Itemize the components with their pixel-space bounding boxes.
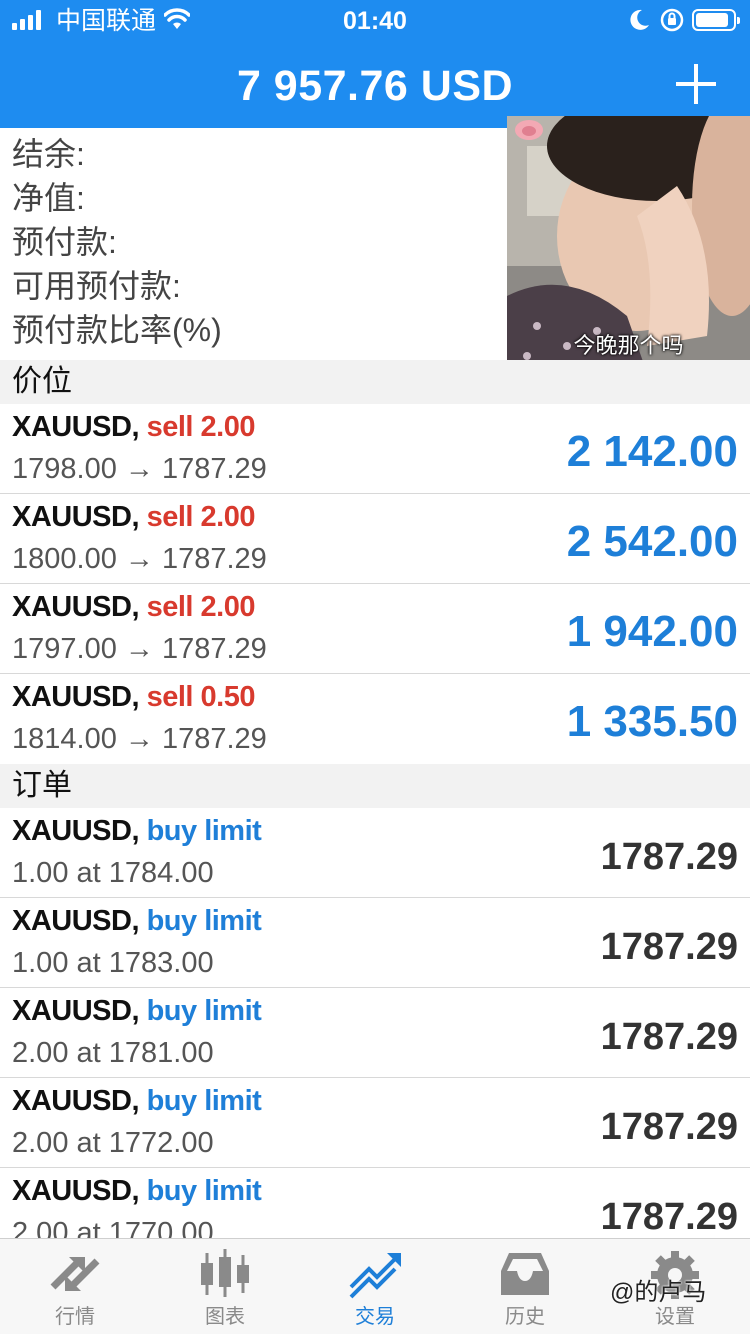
position-symbol: XAUUSD, [12, 591, 140, 623]
order-symbol: XAUUSD, [12, 995, 140, 1027]
rotation-lock-icon [660, 8, 684, 32]
order-type: buy limit [146, 1085, 262, 1117]
order-row[interactable]: XAUUSD, buy limit 1.00 at 1783.00 1787.2… [0, 898, 750, 988]
position-profit: 1 942.00 [566, 607, 738, 656]
order-current-price: 1787.29 [600, 1196, 738, 1238]
tab-trade[interactable]: 交易 [300, 1239, 450, 1334]
position-symbol-line: XAUUSD, sell 2.00 [12, 589, 255, 625]
order-type: buy limit [146, 815, 262, 847]
tab-quotes-label: 行情 [55, 1306, 95, 1328]
equity-label: 净值: [12, 180, 85, 216]
order-type: buy limit [146, 905, 262, 937]
position-row[interactable]: XAUUSD, sell 2.00 1800.00 → 1787.29 2 54… [0, 494, 750, 584]
position-side: sell 2.00 [146, 591, 256, 623]
order-current-price: 1787.29 [600, 1106, 738, 1148]
position-symbol: XAUUSD, [12, 681, 140, 713]
order-symbol: XAUUSD, [12, 1085, 140, 1117]
position-route: 1814.00 → 1787.29 [12, 723, 267, 755]
order-symbol: XAUUSD, [12, 905, 140, 937]
moon-icon [630, 9, 649, 30]
order-row[interactable]: XAUUSD, buy limit 1.00 at 1784.00 1787.2… [0, 808, 750, 898]
order-symbol: XAUUSD, [12, 815, 140, 847]
position-symbol: XAUUSD, [12, 501, 140, 533]
order-symbol: XAUUSD, [12, 1175, 140, 1207]
margin-level-label: 预付款比率(%) [12, 312, 222, 348]
order-symbol-line: XAUUSD, buy limit [12, 993, 262, 1029]
order-symbol-line: XAUUSD, buy limit [12, 1083, 262, 1119]
balance-title: 7 957.76 USD [236, 62, 514, 110]
order-detail: 1.00 at 1783.00 [12, 947, 214, 979]
positions-header: 价位 [0, 360, 750, 404]
history-icon [501, 1253, 549, 1295]
order-type: buy limit [146, 1175, 262, 1207]
tab-history[interactable]: 历史 [450, 1239, 600, 1334]
position-profit: 1 335.50 [566, 697, 738, 746]
position-symbol-line: XAUUSD, sell 2.00 [12, 409, 255, 445]
orders-header: 订单 [0, 764, 750, 808]
tab-trade-label: 交易 [355, 1306, 395, 1328]
position-row[interactable]: XAUUSD, sell 0.50 1814.00 → 1787.29 1 33… [0, 674, 750, 764]
free-margin-label: 可用预付款: [12, 268, 181, 304]
position-row[interactable]: XAUUSD, sell 2.00 1798.00 → 1787.29 2 14… [0, 404, 750, 494]
sticker-image: 今晚那个吗 [507, 116, 750, 373]
order-type: buy limit [146, 995, 262, 1027]
order-detail: 2.00 at 1770.00 [12, 1217, 214, 1238]
position-side: sell 2.00 [146, 411, 256, 443]
trade-icon [349, 1253, 401, 1299]
position-side: sell 0.50 [146, 681, 256, 713]
tab-quotes[interactable]: 行情 [0, 1239, 150, 1334]
tab-chart-label: 图表 [205, 1306, 245, 1328]
position-side: sell 2.00 [146, 501, 256, 533]
order-detail: 2.00 at 1781.00 [12, 1037, 214, 1069]
position-route: 1798.00 → 1787.29 [12, 453, 267, 485]
margin-label: 预付款: [12, 224, 117, 260]
position-profit: 2 142.00 [566, 427, 738, 476]
add-order-button[interactable] [672, 60, 720, 108]
watermark-text: @的卢马 [610, 1279, 707, 1306]
order-current-price: 1787.29 [600, 836, 738, 878]
order-detail: 2.00 at 1772.00 [12, 1127, 214, 1159]
sticker-caption: 今晚那个吗 [573, 333, 684, 358]
position-profit: 2 542.00 [566, 517, 738, 566]
order-detail: 1.00 at 1784.00 [12, 857, 214, 889]
order-row[interactable]: XAUUSD, buy limit 2.00 at 1770.00 1787.2… [0, 1168, 750, 1238]
quotes-icon [50, 1257, 100, 1291]
status-bar: 中国联通 01:40 [0, 0, 750, 44]
position-row[interactable]: XAUUSD, sell 2.00 1797.00 → 1787.29 1 94… [0, 584, 750, 674]
position-route: 1797.00 → 1787.29 [12, 633, 267, 665]
tab-history-label: 历史 [505, 1306, 545, 1328]
order-symbol-line: XAUUSD, buy limit [12, 813, 262, 849]
position-route: 1800.00 → 1787.29 [12, 543, 267, 575]
tab-chart[interactable]: 图表 [150, 1239, 300, 1334]
tab-settings-label: 设置 [655, 1306, 695, 1328]
position-symbol-line: XAUUSD, sell 0.50 [12, 679, 255, 715]
order-row[interactable]: XAUUSD, buy limit 2.00 at 1772.00 1787.2… [0, 1078, 750, 1168]
order-current-price: 1787.29 [600, 1016, 738, 1058]
order-row[interactable]: XAUUSD, buy limit 2.00 at 1781.00 1787.2… [0, 988, 750, 1078]
order-current-price: 1787.29 [600, 926, 738, 968]
order-symbol-line: XAUUSD, buy limit [12, 903, 262, 939]
chart-icon [201, 1249, 249, 1297]
balance-label: 结余: [12, 136, 85, 172]
top-bar: 中国联通 01:40 7 957.76 USD [0, 0, 750, 128]
position-symbol-line: XAUUSD, sell 2.00 [12, 499, 255, 535]
position-symbol: XAUUSD, [12, 411, 140, 443]
battery-icon [692, 9, 740, 31]
order-symbol-line: XAUUSD, buy limit [12, 1173, 262, 1209]
